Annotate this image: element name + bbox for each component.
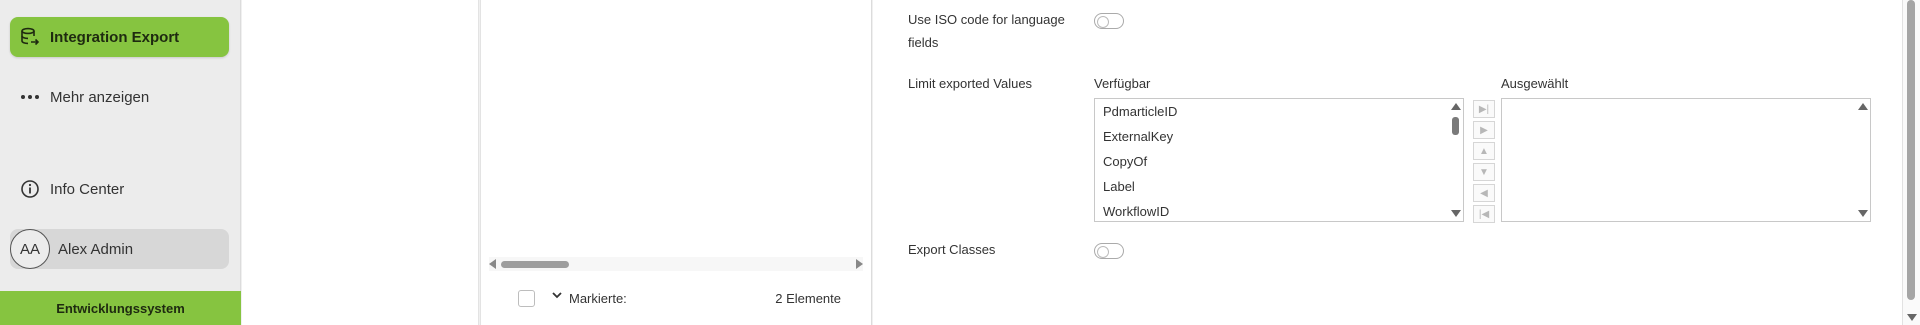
list-item[interactable]: Label (1095, 174, 1463, 199)
available-header: Verfügbar (1094, 76, 1151, 91)
list-panel: Markierte: 2 Elemente (480, 0, 872, 325)
move-all-left-icon: |◀ (1478, 208, 1490, 220)
scrollbar-thumb[interactable] (1907, 0, 1915, 300)
scroll-down-icon[interactable] (1451, 210, 1461, 217)
vertical-scrollbar[interactable] (1449, 99, 1463, 221)
scroll-down-icon[interactable] (1858, 210, 1868, 217)
move-all-right-icon: ▶| (1478, 103, 1490, 115)
sidebar-item-more[interactable]: Mehr anzeigen (10, 77, 229, 117)
sidebar-item-integration-export[interactable]: Integration Export (10, 17, 229, 57)
list-item[interactable]: WorkflowID (1095, 199, 1463, 221)
list-footer: Markierte: 2 Elemente (481, 283, 873, 313)
select-all-checkbox[interactable] (518, 290, 535, 307)
move-down-button[interactable]: ▼ (1473, 163, 1495, 181)
scroll-up-icon[interactable] (1451, 103, 1461, 110)
move-right-button[interactable]: ▶ (1473, 121, 1495, 139)
iso-code-label-line2: fields (908, 35, 939, 50)
export-settings-form: Use ISO code for language fields Limit e… (873, 0, 1902, 325)
export-classes-toggle[interactable] (1094, 243, 1124, 259)
move-all-left-button[interactable]: |◀ (1473, 205, 1495, 223)
scroll-down-icon[interactable] (1907, 314, 1917, 321)
move-up-button[interactable]: ▲ (1473, 142, 1495, 160)
move-left-icon: ◀ (1480, 187, 1488, 199)
export-classes-label: Export Classes (908, 242, 996, 257)
environment-badge: Entwicklungssystem (0, 291, 241, 325)
limit-values-label: Limit exported Values (908, 76, 1033, 91)
more-dots-icon (19, 86, 41, 108)
marked-label: Markierte: (569, 291, 627, 306)
scroll-right-icon[interactable] (856, 259, 863, 269)
vertical-scrollbar[interactable] (1856, 99, 1870, 221)
user-menu[interactable]: AA Alex Admin (10, 229, 229, 269)
avatar: AA (10, 229, 50, 269)
move-all-right-button[interactable]: ▶| (1473, 100, 1495, 118)
sidebar-item-label: Integration Export (50, 28, 180, 46)
list-item[interactable]: CopyOf (1095, 149, 1463, 174)
empty-panel (242, 0, 479, 325)
move-left-button[interactable]: ◀ (1473, 184, 1495, 202)
list-item[interactable]: PdmarticleID (1095, 99, 1463, 124)
item-count: 2 Elemente (775, 291, 841, 306)
user-name: Alex Admin (58, 240, 134, 258)
scrollbar-thumb[interactable] (501, 261, 569, 268)
scroll-up-icon[interactable] (1858, 103, 1868, 110)
list-item[interactable]: ExternalKey (1095, 124, 1463, 149)
iso-code-label-line1: Use ISO code for language (908, 12, 1065, 27)
move-up-icon: ▲ (1479, 145, 1489, 157)
move-right-icon: ▶ (1480, 124, 1488, 136)
scroll-left-icon[interactable] (489, 259, 496, 269)
sidebar-item-label: Mehr anzeigen (50, 88, 150, 106)
use-iso-code-toggle[interactable] (1094, 13, 1124, 29)
sidebar-item-label: Info Center (50, 180, 125, 198)
chevron-down-icon[interactable] (551, 289, 563, 304)
sidebar: Integration Export Mehr anzeigen Info Ce… (0, 0, 241, 325)
move-down-icon: ▼ (1479, 166, 1489, 178)
horizontal-scrollbar[interactable] (489, 257, 863, 271)
info-icon (19, 178, 41, 200)
selected-header: Ausgewählt (1501, 76, 1569, 91)
selected-values-list[interactable] (1501, 98, 1871, 222)
scrollbar-thumb[interactable] (1452, 117, 1459, 135)
database-export-icon (19, 26, 41, 48)
iso-code-label: Use ISO code for language fields (908, 8, 1065, 54)
sidebar-item-info-center[interactable]: Info Center (10, 169, 229, 209)
transfer-toolbar: ▶| ▶ ▲ ▼ ◀ |◀ (1473, 100, 1495, 226)
page-scrollbar[interactable] (1902, 0, 1920, 325)
available-values-list[interactable]: PdmarticleID ExternalKey CopyOf Label Wo… (1094, 98, 1464, 222)
